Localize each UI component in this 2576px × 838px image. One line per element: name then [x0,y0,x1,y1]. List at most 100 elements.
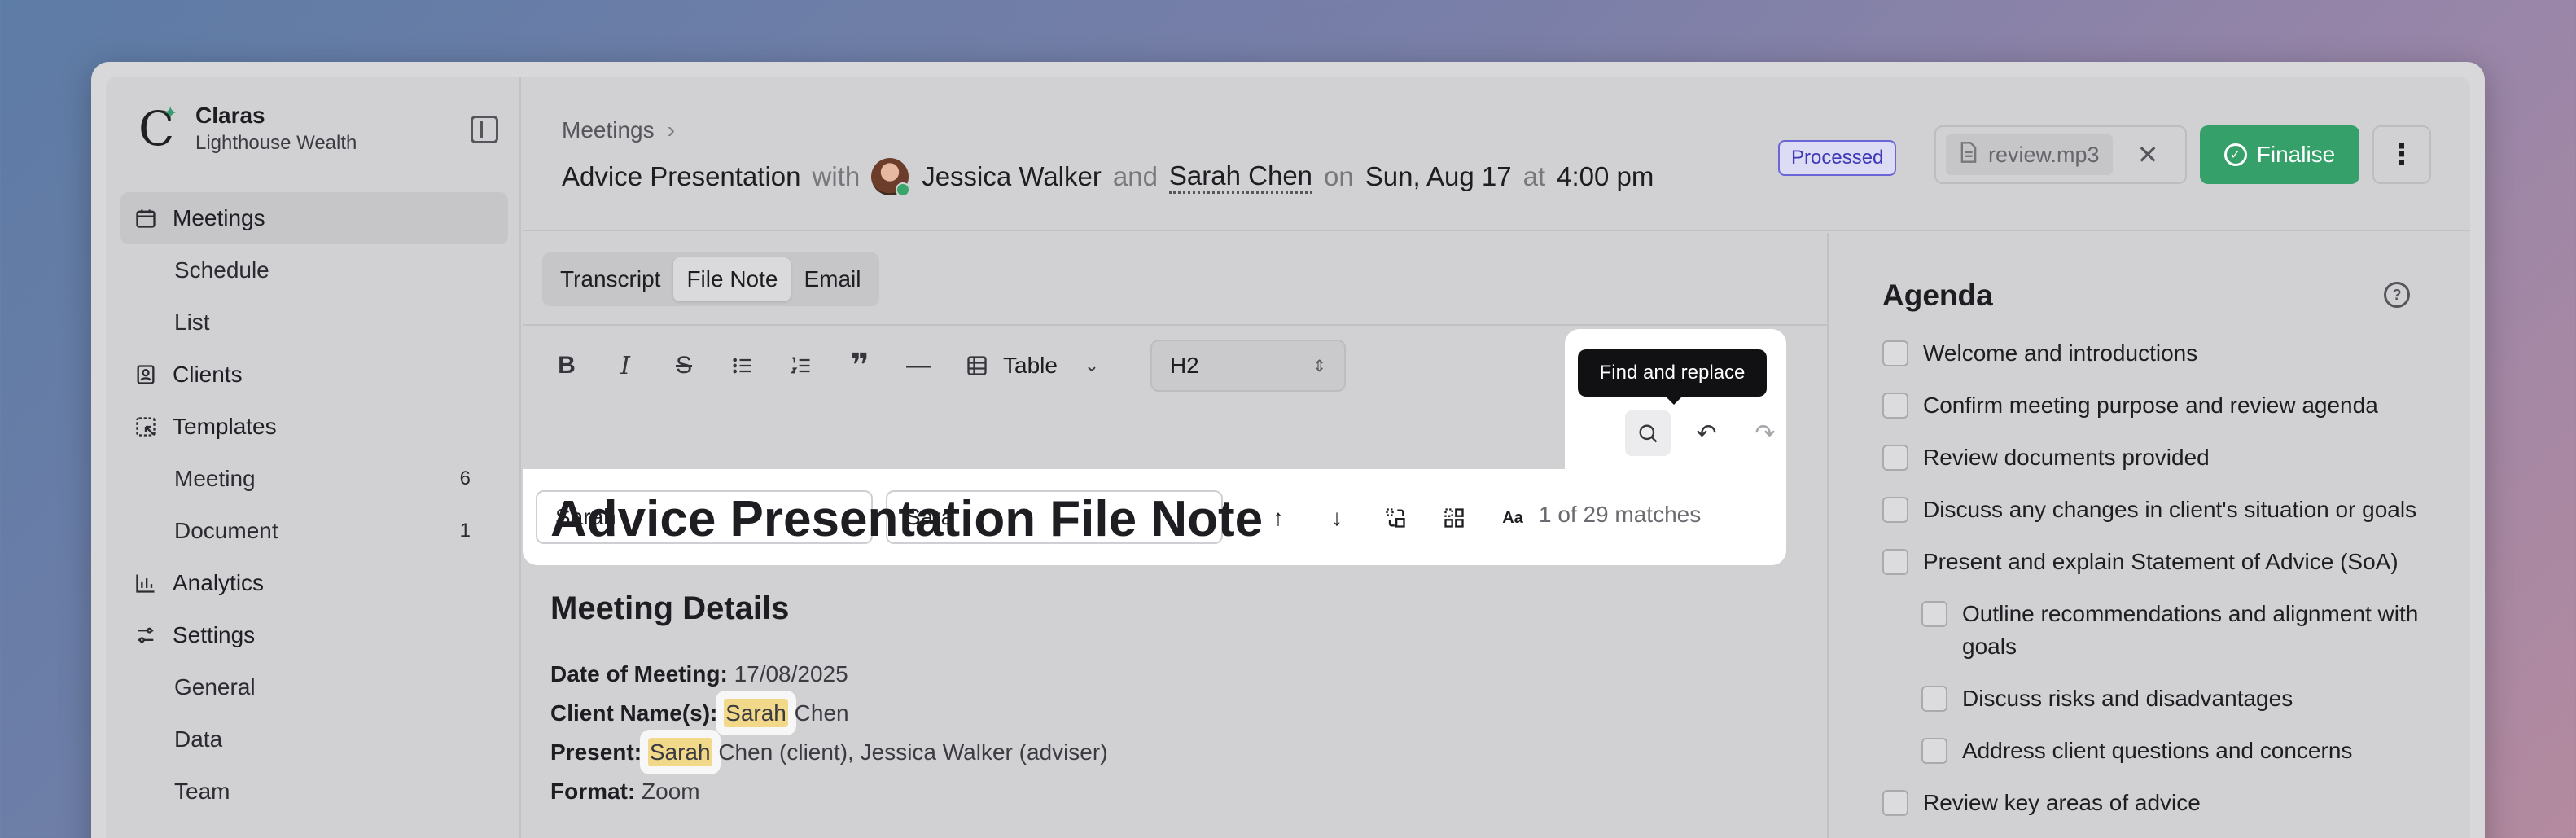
sidebar-item-document-templates[interactable]: Document 1 [120,505,508,557]
agenda-item[interactable]: Review documents provided [1882,441,2420,474]
meeting-title: Advice Presentation [562,161,801,191]
meeting-date[interactable]: Sun, Aug 17 [1365,161,1512,192]
meeting-header: Meetings › Advice Presentation with Jessi… [523,77,2470,231]
file-note-document[interactable]: Advice Presentation File Note Meeting De… [550,490,1794,811]
agenda-subitem[interactable]: Discuss risks and disadvantages [1921,682,2420,715]
redo-icon[interactable]: ↷ [1742,410,1788,456]
sidebar-item-label: General [174,674,256,700]
bullet-list-icon[interactable] [720,343,765,388]
client-name[interactable]: Sarah Chen [1168,160,1313,194]
status-badge: Processed [1778,140,1897,176]
agenda-subitem[interactable]: Address client questions and concerns [1921,735,2420,767]
doc-line: Client Name(s): Sarah Chen [550,694,1794,733]
agenda-item[interactable]: Confirm meeting purpose and review agend… [1882,389,2420,422]
bold-icon[interactable]: B [544,343,589,388]
sidebar-item-clients[interactable]: Clients [120,349,508,401]
breadcrumb[interactable]: Meetings › [562,117,675,143]
finalise-label: Finalise [2256,142,2336,167]
agenda-item[interactable]: Present and explain Statement of Advice … [1882,546,2420,578]
sidebar-nav: Meetings Schedule List Clients Templates [120,192,508,818]
agenda-list: Welcome and introductions Confirm meetin… [1882,337,2470,819]
meeting-time[interactable]: 4:00 pm [1557,161,1654,192]
agenda-item-label: Review key areas of advice [1923,790,2201,815]
heading-select-value: H2 [1169,353,1199,378]
sidebar-item-templates[interactable]: Templates [120,401,508,453]
sidebar-item-label: Settings [173,622,256,647]
file-icon [1959,141,1978,169]
numbered-list-icon[interactable] [778,343,824,388]
checkbox[interactable] [1882,549,1908,575]
agenda-item-label: Outline recommendations and alignment wi… [1962,601,2419,659]
field-label: Date of Meeting: [550,661,728,687]
claras-logo-icon: C ✦ [138,101,178,156]
field-label: Format: [550,779,636,804]
sidebar-item-label: Templates [173,414,277,439]
checkbox[interactable] [1882,340,1908,366]
sidebar-item-label: Meetings [173,205,265,230]
tab-file-note[interactable]: File Note [673,257,791,301]
brand[interactable]: C ✦ Claras Lighthouse Wealth [138,103,357,155]
checkbox[interactable] [1921,686,1947,712]
sidebar-item-label: List [174,309,210,335]
sidebar-item-analytics[interactable]: Analytics [120,557,508,609]
checkbox[interactable] [1882,393,1908,419]
sidebar-item-label: Data [174,726,223,752]
strikethrough-icon[interactable]: S [661,343,707,388]
file-name: review.mp3 [1988,142,2100,167]
checkbox[interactable] [1882,790,1908,816]
checkbox[interactable] [1882,497,1908,523]
document-title: Advice Presentation File Note [550,491,1264,547]
finalise-button[interactable]: ✓ Finalise [2200,125,2359,184]
tab-transcript[interactable]: Transcript [547,257,673,301]
chevron-updown-icon: ⇕ [1312,357,1326,375]
chevron-down-icon[interactable]: ⌄ [1069,343,1115,388]
agenda-panel: Agenda ? Welcome and introductions Confi… [1830,233,2470,838]
sidebar-item-team[interactable]: Team [120,766,508,818]
search-icon[interactable] [1625,410,1671,456]
horizontal-rule-icon[interactable]: — [896,343,941,388]
sidebar-item-meetings[interactable]: Meetings [120,192,508,244]
sidebar-item-list[interactable]: List [120,296,508,349]
field-value: Zoom [642,779,700,804]
agenda-item-label: Discuss any changes in client's situatio… [1923,497,2417,522]
quote-icon[interactable]: ❞ [837,343,883,388]
checkbox[interactable] [1921,738,1947,764]
undo-icon[interactable]: ↶ [1684,410,1729,456]
sidebar: C ✦ Claras Lighthouse Wealth Meetings Sch… [106,77,521,838]
heading-select[interactable]: H2 ⇕ [1150,340,1346,392]
sidebar-item-settings[interactable]: Settings [120,609,508,661]
checkbox[interactable] [1882,445,1908,471]
doc-line: Present: Sarah Chen (client), Jessica Wa… [550,733,1794,772]
sidebar-collapse-icon[interactable] [471,116,498,143]
with-word: with [812,161,861,191]
sidebar-item-general[interactable]: General [120,661,508,713]
agenda-item-label: Address client questions and concerns [1962,738,2353,763]
checkbox[interactable] [1921,601,1947,627]
agenda-item[interactable]: Discuss any changes in client's situatio… [1882,494,2420,526]
table-label[interactable]: Table [1003,353,1058,379]
doc-line: Date of Meeting: 17/08/2025 [550,655,1794,694]
agenda-item-label: Confirm meeting purpose and review agend… [1923,393,2378,418]
adviser-name[interactable]: Jessica Walker [922,161,1102,192]
agenda-subitem[interactable]: Outline recommendations and alignment wi… [1921,598,2420,663]
on-word: on [1324,161,1354,191]
field-label: Client Name(s): [550,700,718,726]
sidebar-item-data[interactable]: Data [120,713,508,766]
more-options-icon[interactable]: ⋮ [2372,125,2431,184]
close-icon[interactable]: ✕ [2137,139,2159,170]
breadcrumb-meetings[interactable]: Meetings [562,117,655,143]
file-chip[interactable]: review.mp3 ✕ [1934,125,2187,184]
editor-pane: Transcript File Note Email B I S ❞ — Tab… [523,233,1829,838]
help-icon[interactable]: ? [2384,282,2410,308]
agenda-item-label: Review documents provided [1923,445,2210,470]
tab-email[interactable]: Email [791,257,874,301]
count-badge: 1 [459,520,471,542]
sidebar-item-schedule[interactable]: Schedule [120,244,508,296]
agenda-item[interactable]: Welcome and introductions [1882,337,2420,370]
file-name-chip[interactable]: review.mp3 [1946,134,2113,175]
agenda-item[interactable]: Review key areas of advice [1882,787,2420,819]
italic-icon[interactable]: I [602,343,648,388]
sidebar-item-label: Team [174,779,230,804]
table-icon[interactable] [954,343,1000,388]
sidebar-item-meeting-templates[interactable]: Meeting 6 [120,453,508,505]
